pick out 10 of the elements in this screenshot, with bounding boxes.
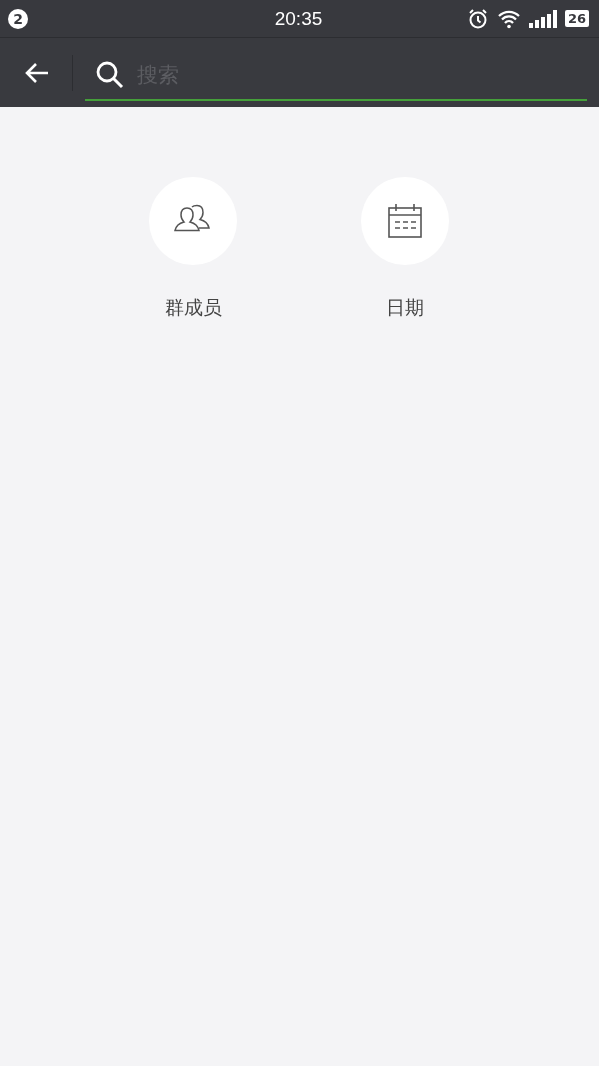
option-label: 群成员 bbox=[164, 295, 222, 320]
clock-time: 20:35 bbox=[274, 7, 323, 30]
wifi-icon bbox=[496, 8, 521, 29]
signal-icon bbox=[528, 9, 557, 28]
search-icon bbox=[95, 59, 125, 90]
calendar-icon bbox=[387, 203, 423, 239]
option-label: 日期 bbox=[386, 295, 424, 320]
back-arrow-icon bbox=[24, 61, 50, 84]
notification-count: 2 bbox=[8, 8, 28, 29]
battery-level: 26 bbox=[564, 10, 589, 27]
